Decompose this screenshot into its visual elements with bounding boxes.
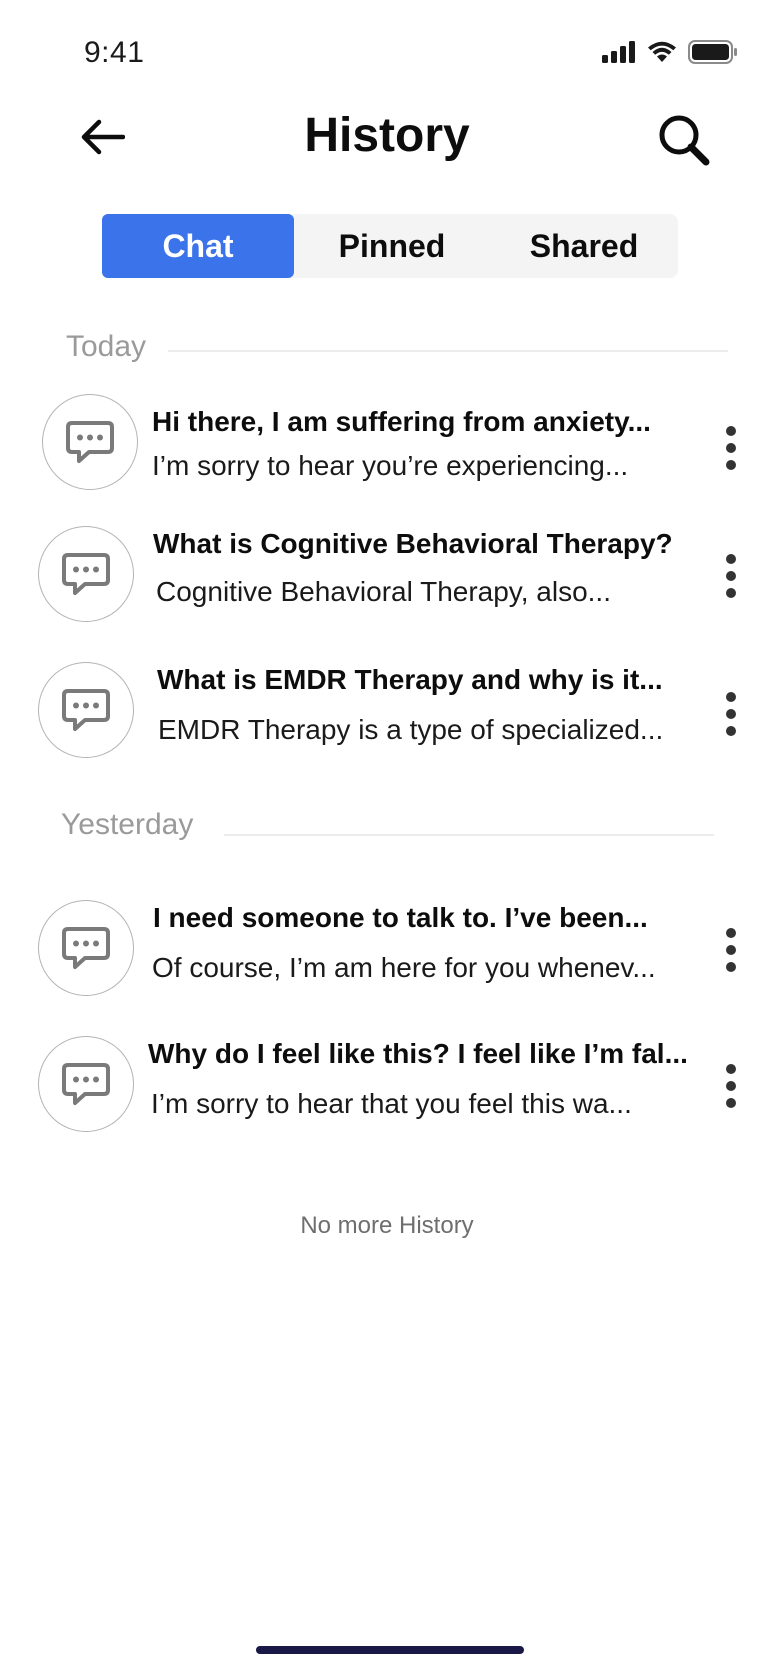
chat-bubble-icon [66, 421, 114, 463]
chat-bubble-icon [62, 689, 110, 731]
home-indicator[interactable] [256, 1646, 524, 1654]
wifi-icon [648, 41, 676, 62]
status-time: 9:41 [84, 36, 145, 69]
chat-bubble-icon [62, 927, 110, 969]
more-vertical-icon [726, 692, 736, 702]
tab-bar: Chat Pinned Shared [102, 214, 678, 278]
more-options-button[interactable] [718, 692, 744, 736]
search-icon [659, 115, 710, 166]
chat-avatar [38, 1036, 134, 1132]
item-preview: Cognitive Behavioral Therapy, also... [156, 576, 611, 607]
more-vertical-icon [726, 1064, 736, 1074]
section-divider [224, 834, 714, 836]
chat-bubble-icon [62, 1063, 110, 1105]
chat-bubble-icon [62, 553, 110, 595]
more-options-button[interactable] [718, 554, 744, 598]
more-vertical-icon [726, 426, 736, 436]
list-item[interactable]: What is Cognitive Behavioral Therapy? Co… [0, 524, 774, 624]
end-of-history-note: No more History [300, 1212, 474, 1239]
chat-avatar [42, 394, 138, 490]
tab-shared[interactable]: Shared [490, 214, 678, 278]
item-preview: Of course, I’m am here for you whenev... [152, 952, 656, 983]
item-preview: EMDR Therapy is a type of specialized... [158, 714, 664, 745]
list-item[interactable]: Hi there, I am suffering from anxiety...… [0, 392, 774, 492]
search-button[interactable] [654, 110, 714, 170]
more-vertical-icon [726, 554, 736, 564]
list-item[interactable]: What is EMDR Therapy and why is it... EM… [0, 660, 774, 760]
item-title: What is EMDR Therapy and why is it... [157, 664, 663, 695]
battery-icon [688, 40, 737, 64]
item-title: What is Cognitive Behavioral Therapy? [153, 528, 673, 559]
item-title: Why do I feel like this? I feel like I’m… [148, 1038, 688, 1069]
item-preview: I’m sorry to hear that you feel this wa.… [151, 1088, 632, 1119]
list-item[interactable]: I need someone to talk to. I’ve been... … [0, 898, 774, 998]
signal-icon [602, 41, 635, 63]
section-divider [168, 350, 728, 352]
item-title: Hi there, I am suffering from anxiety... [152, 406, 651, 437]
tab-chat[interactable]: Chat [102, 214, 294, 278]
chat-avatar [38, 526, 134, 622]
more-options-button[interactable] [718, 1064, 744, 1108]
section-label-today: Today [66, 330, 147, 363]
list-item[interactable]: Why do I feel like this? I feel like I’m… [0, 1034, 774, 1134]
more-options-button[interactable] [718, 426, 744, 470]
more-options-button[interactable] [718, 928, 744, 972]
more-vertical-icon [726, 928, 736, 938]
item-title: I need someone to talk to. I’ve been... [153, 902, 648, 933]
item-preview: I’m sorry to hear you’re experiencing... [152, 450, 629, 481]
section-label-yesterday: Yesterday [61, 808, 194, 841]
tab-pinned[interactable]: Pinned [294, 214, 490, 278]
chat-avatar [38, 900, 134, 996]
chat-avatar [38, 662, 134, 758]
status-icons [602, 40, 738, 64]
